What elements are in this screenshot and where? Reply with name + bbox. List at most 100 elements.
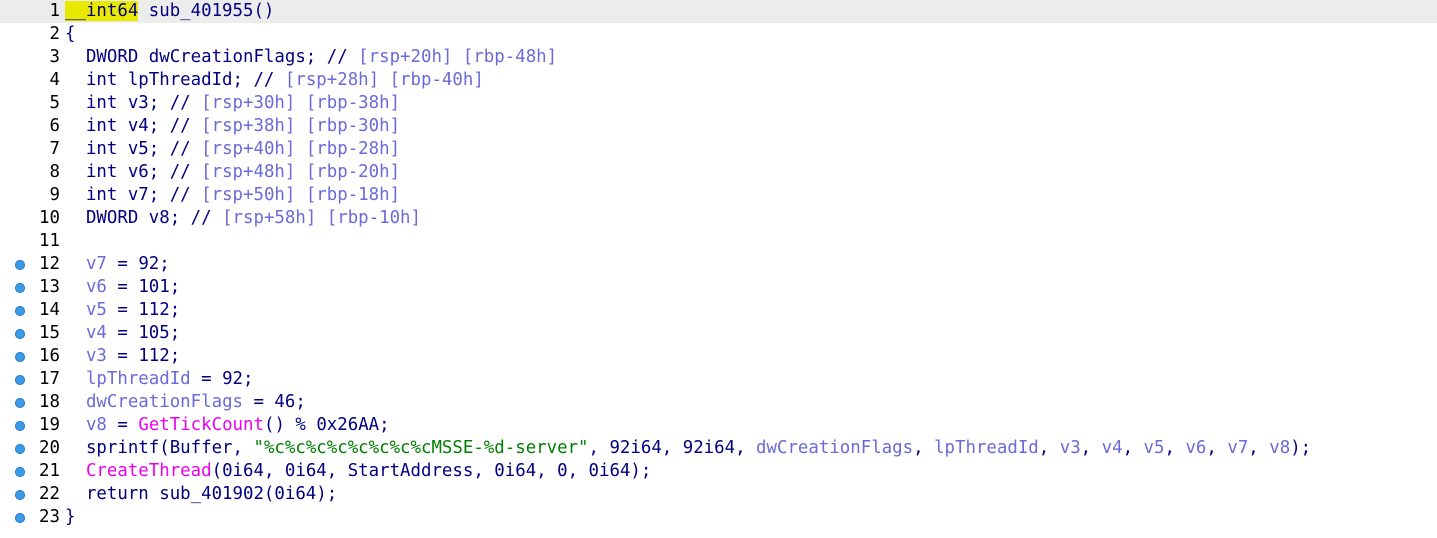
variable-token[interactable]: v3 — [1060, 438, 1081, 458]
line-code: int v6; // [rsp+48h] [rbp-20h] — [65, 161, 400, 184]
code-text: return sub_401902(0i64); — [65, 484, 338, 504]
variable-token[interactable]: lpThreadId — [934, 438, 1039, 458]
code-line[interactable]: 12 v7 = 92; — [0, 253, 1437, 276]
code-line[interactable]: 5 int v3; // [rsp+30h] [rbp-38h] — [0, 92, 1437, 115]
line-gutter[interactable]: 15 — [0, 322, 60, 345]
code-text: ); — [1290, 438, 1312, 458]
code-line[interactable]: 11 — [0, 230, 1437, 253]
code-text: int v5; // — [65, 139, 202, 159]
line-code: int v5; // [rsp+40h] [rbp-28h] — [65, 138, 400, 161]
variable-token[interactable]: v5 — [1144, 438, 1165, 458]
imported-function-token[interactable]: CreateThread — [86, 461, 212, 481]
code-line[interactable]: 18 dwCreationFlags = 46; — [0, 391, 1437, 414]
line-gutter[interactable]: 4 — [0, 69, 60, 92]
code-line[interactable]: 1 __int64 sub_401955() — [0, 0, 1437, 23]
code-text: , — [1206, 438, 1228, 458]
line-gutter[interactable]: 22 — [0, 483, 60, 506]
line-gutter[interactable]: 21 — [0, 460, 60, 483]
line-gutter[interactable]: 5 — [0, 92, 60, 115]
line-number: 22 — [39, 484, 60, 504]
line-number: 7 — [49, 139, 60, 159]
code-text: DWORD dwCreationFlags; // — [65, 47, 359, 67]
variable-token[interactable]: v5 — [86, 300, 107, 320]
code-line[interactable]: 22 return sub_401902(0i64); — [0, 483, 1437, 506]
line-gutter[interactable]: 19 — [0, 414, 60, 437]
variable-token[interactable]: v4 — [86, 323, 107, 343]
stack-offset-comment: [rsp+38h] [rbp-30h] — [201, 116, 401, 136]
line-gutter[interactable]: 7 — [0, 138, 60, 161]
code-lines: 1 __int64 sub_401955() 2{3 DWORD dwCreatio… — [0, 0, 1437, 529]
imported-function-token[interactable]: GetTickCount — [138, 415, 264, 435]
variable-token[interactable]: dwCreationFlags — [756, 438, 913, 458]
code-text: , — [913, 438, 935, 458]
code-line[interactable]: 21 CreateThread(0i64, 0i64, StartAddress… — [0, 460, 1437, 483]
variable-token[interactable]: v3 — [86, 346, 107, 366]
variable-token[interactable]: dwCreationFlags — [86, 392, 243, 412]
variable-token[interactable]: v8 — [86, 415, 107, 435]
highlighted-type-token[interactable]: __int64 — [65, 1, 139, 21]
stack-offset-comment: [rsp+48h] [rbp-20h] — [201, 162, 401, 182]
code-line[interactable]: 17 lpThreadId = 92; — [0, 368, 1437, 391]
variable-token[interactable]: v4 — [1102, 438, 1123, 458]
code-line[interactable]: 10 DWORD v8; // [rsp+58h] [rbp-10h] — [0, 207, 1437, 230]
line-gutter[interactable]: 17 — [0, 368, 60, 391]
line-number: 13 — [39, 277, 60, 297]
code-line[interactable]: 6 int v4; // [rsp+38h] [rbp-30h] — [0, 115, 1437, 138]
line-code: sprintf(Buffer, "%c%c%c%c%c%c%c%cMSSE-%d… — [65, 437, 1311, 460]
code-line[interactable]: 20 sprintf(Buffer, "%c%c%c%c%c%c%c%cMSSE… — [0, 437, 1437, 460]
code-text: = 105; — [106, 323, 181, 343]
variable-token[interactable]: v6 — [86, 277, 107, 297]
code-text: (0i64, 0i64, StartAddress, 0i64, 0, 0i64… — [211, 461, 652, 481]
line-gutter[interactable]: 9 — [0, 184, 60, 207]
line-gutter[interactable]: 10 — [0, 207, 60, 230]
code-line[interactable]: 2{ — [0, 23, 1437, 46]
code-text: = 92; — [190, 369, 254, 389]
code-line[interactable]: 3 DWORD dwCreationFlags; // [rsp+20h] [r… — [0, 46, 1437, 69]
line-gutter[interactable]: 2 — [0, 23, 60, 46]
code-line[interactable]: 16 v3 = 112; — [0, 345, 1437, 368]
pseudocode-view[interactable]: 1 __int64 sub_401955() 2{3 DWORD dwCreatio… — [0, 0, 1437, 538]
variable-token[interactable]: v6 — [1185, 438, 1206, 458]
code-line[interactable]: 7 int v5; // [rsp+40h] [rbp-28h] — [0, 138, 1437, 161]
line-gutter[interactable]: 6 — [0, 115, 60, 138]
variable-token[interactable]: v7 — [1227, 438, 1248, 458]
code-line[interactable]: 13 v6 = 101; — [0, 276, 1437, 299]
line-code: { — [65, 23, 75, 46]
line-code: v8 = GetTickCount() % 0x26AA; — [65, 414, 390, 437]
code-text: , — [1038, 438, 1060, 458]
code-text: , — [1122, 438, 1144, 458]
code-line[interactable]: 19 v8 = GetTickCount() % 0x26AA; — [0, 414, 1437, 437]
line-code: v5 = 112; — [65, 299, 180, 322]
variable-token[interactable]: lpThreadId — [86, 369, 191, 389]
variable-token[interactable]: v7 — [86, 254, 107, 274]
line-gutter[interactable]: 8 — [0, 161, 60, 184]
line-code: v3 = 112; — [65, 345, 180, 368]
line-code: v4 = 105; — [65, 322, 180, 345]
code-line[interactable]: 15 v4 = 105; — [0, 322, 1437, 345]
line-gutter[interactable]: 18 — [0, 391, 60, 414]
line-gutter[interactable]: 12 — [0, 253, 60, 276]
line-gutter[interactable]: 20 — [0, 437, 60, 460]
code-line[interactable]: 4 int lpThreadId; // [rsp+28h] [rbp-40h] — [0, 69, 1437, 92]
line-gutter[interactable]: 11 — [0, 230, 60, 253]
line-gutter[interactable]: 16 — [0, 345, 60, 368]
code-text: , — [1248, 438, 1270, 458]
code-line[interactable]: 23} — [0, 506, 1437, 529]
variable-token[interactable]: v8 — [1269, 438, 1290, 458]
line-gutter[interactable]: 13 — [0, 276, 60, 299]
line-gutter[interactable]: 1 — [0, 0, 60, 23]
line-number: 15 — [39, 323, 60, 343]
code-line[interactable]: 14 v5 = 112; — [0, 299, 1437, 322]
line-number: 11 — [39, 231, 60, 251]
line-gutter[interactable]: 3 — [0, 46, 60, 69]
line-gutter[interactable]: 14 — [0, 299, 60, 322]
line-number: 12 — [39, 254, 60, 274]
code-line[interactable]: 8 int v6; // [rsp+48h] [rbp-20h] — [0, 161, 1437, 184]
code-line[interactable]: 9 int v7; // [rsp+50h] [rbp-18h] — [0, 184, 1437, 207]
line-gutter[interactable]: 23 — [0, 506, 60, 529]
line-number: 19 — [39, 415, 60, 435]
function-signature: sub_401955() — [138, 1, 275, 21]
code-text: = 101; — [106, 277, 181, 297]
